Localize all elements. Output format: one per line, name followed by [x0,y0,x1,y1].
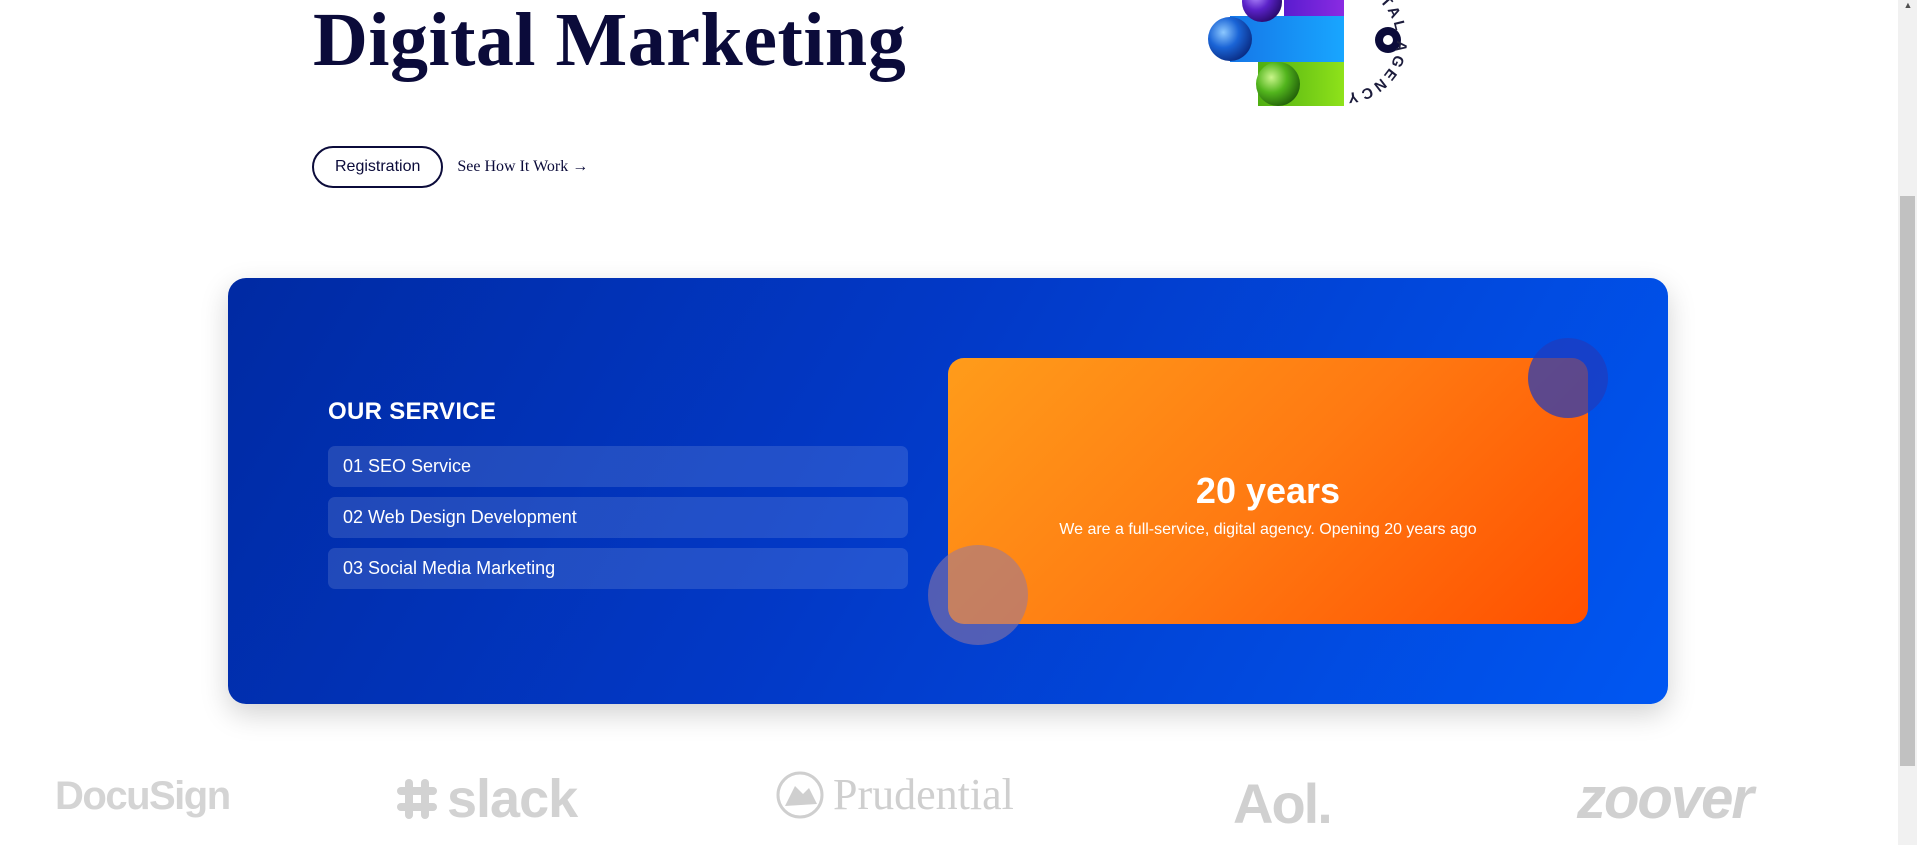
prudential-logo: Prudential [775,770,1014,820]
docusign-logo: DocuSign [55,774,231,818]
service-list: 01 SEO Service 02 Web Design Development… [328,446,908,599]
scrollbar-thumb[interactable] [1900,196,1915,766]
prudential-rock-icon [776,771,824,819]
years-description: We are a full-service, digital agency. O… [1059,521,1477,538]
service-heading: OUR SERVICE [328,398,497,425]
decorative-circle-bottom [928,545,1028,645]
agency-logo-icon: DIGITAL AGENCY [1208,0,1410,106]
hero-actions: Registration See How It Work → [312,146,588,188]
zoover-logo: zoover [1577,766,1754,831]
logo-ring-text: DIGITAL AGENCY [1340,0,1407,106]
service-panel: OUR SERVICE 01 SEO Service 02 Web Design… [228,278,1668,704]
decorative-circle-top [1528,338,1608,418]
svg-text:DIGITAL AGENCY: DIGITAL AGENCY [1340,0,1410,106]
aol-logo: Aol. [1233,772,1333,835]
brand-logos-row: DocuSign slack Prudential Aol. zoover [0,760,1917,845]
slack-hash-icon [397,779,437,819]
years-card: 20 years We are a full-service, digital … [948,358,1588,624]
service-item-social-media[interactable]: 03 Social Media Marketing [328,548,908,589]
years-value: 20 years [1195,470,1341,511]
slack-logo-text: slack [447,769,578,829]
registration-button[interactable]: Registration [312,146,444,188]
see-how-it-work-link[interactable]: See How It Work → [457,158,588,176]
service-item-seo[interactable]: 01 SEO Service [328,446,908,487]
prudential-logo-text: Prudential [833,770,1014,819]
scroll-up-arrow-icon[interactable]: ▲ [1902,0,1914,10]
service-item-web-design[interactable]: 02 Web Design Development [328,497,908,538]
slack-logo: slack [393,769,578,829]
hero-title: Digital Marketing [313,0,907,82]
